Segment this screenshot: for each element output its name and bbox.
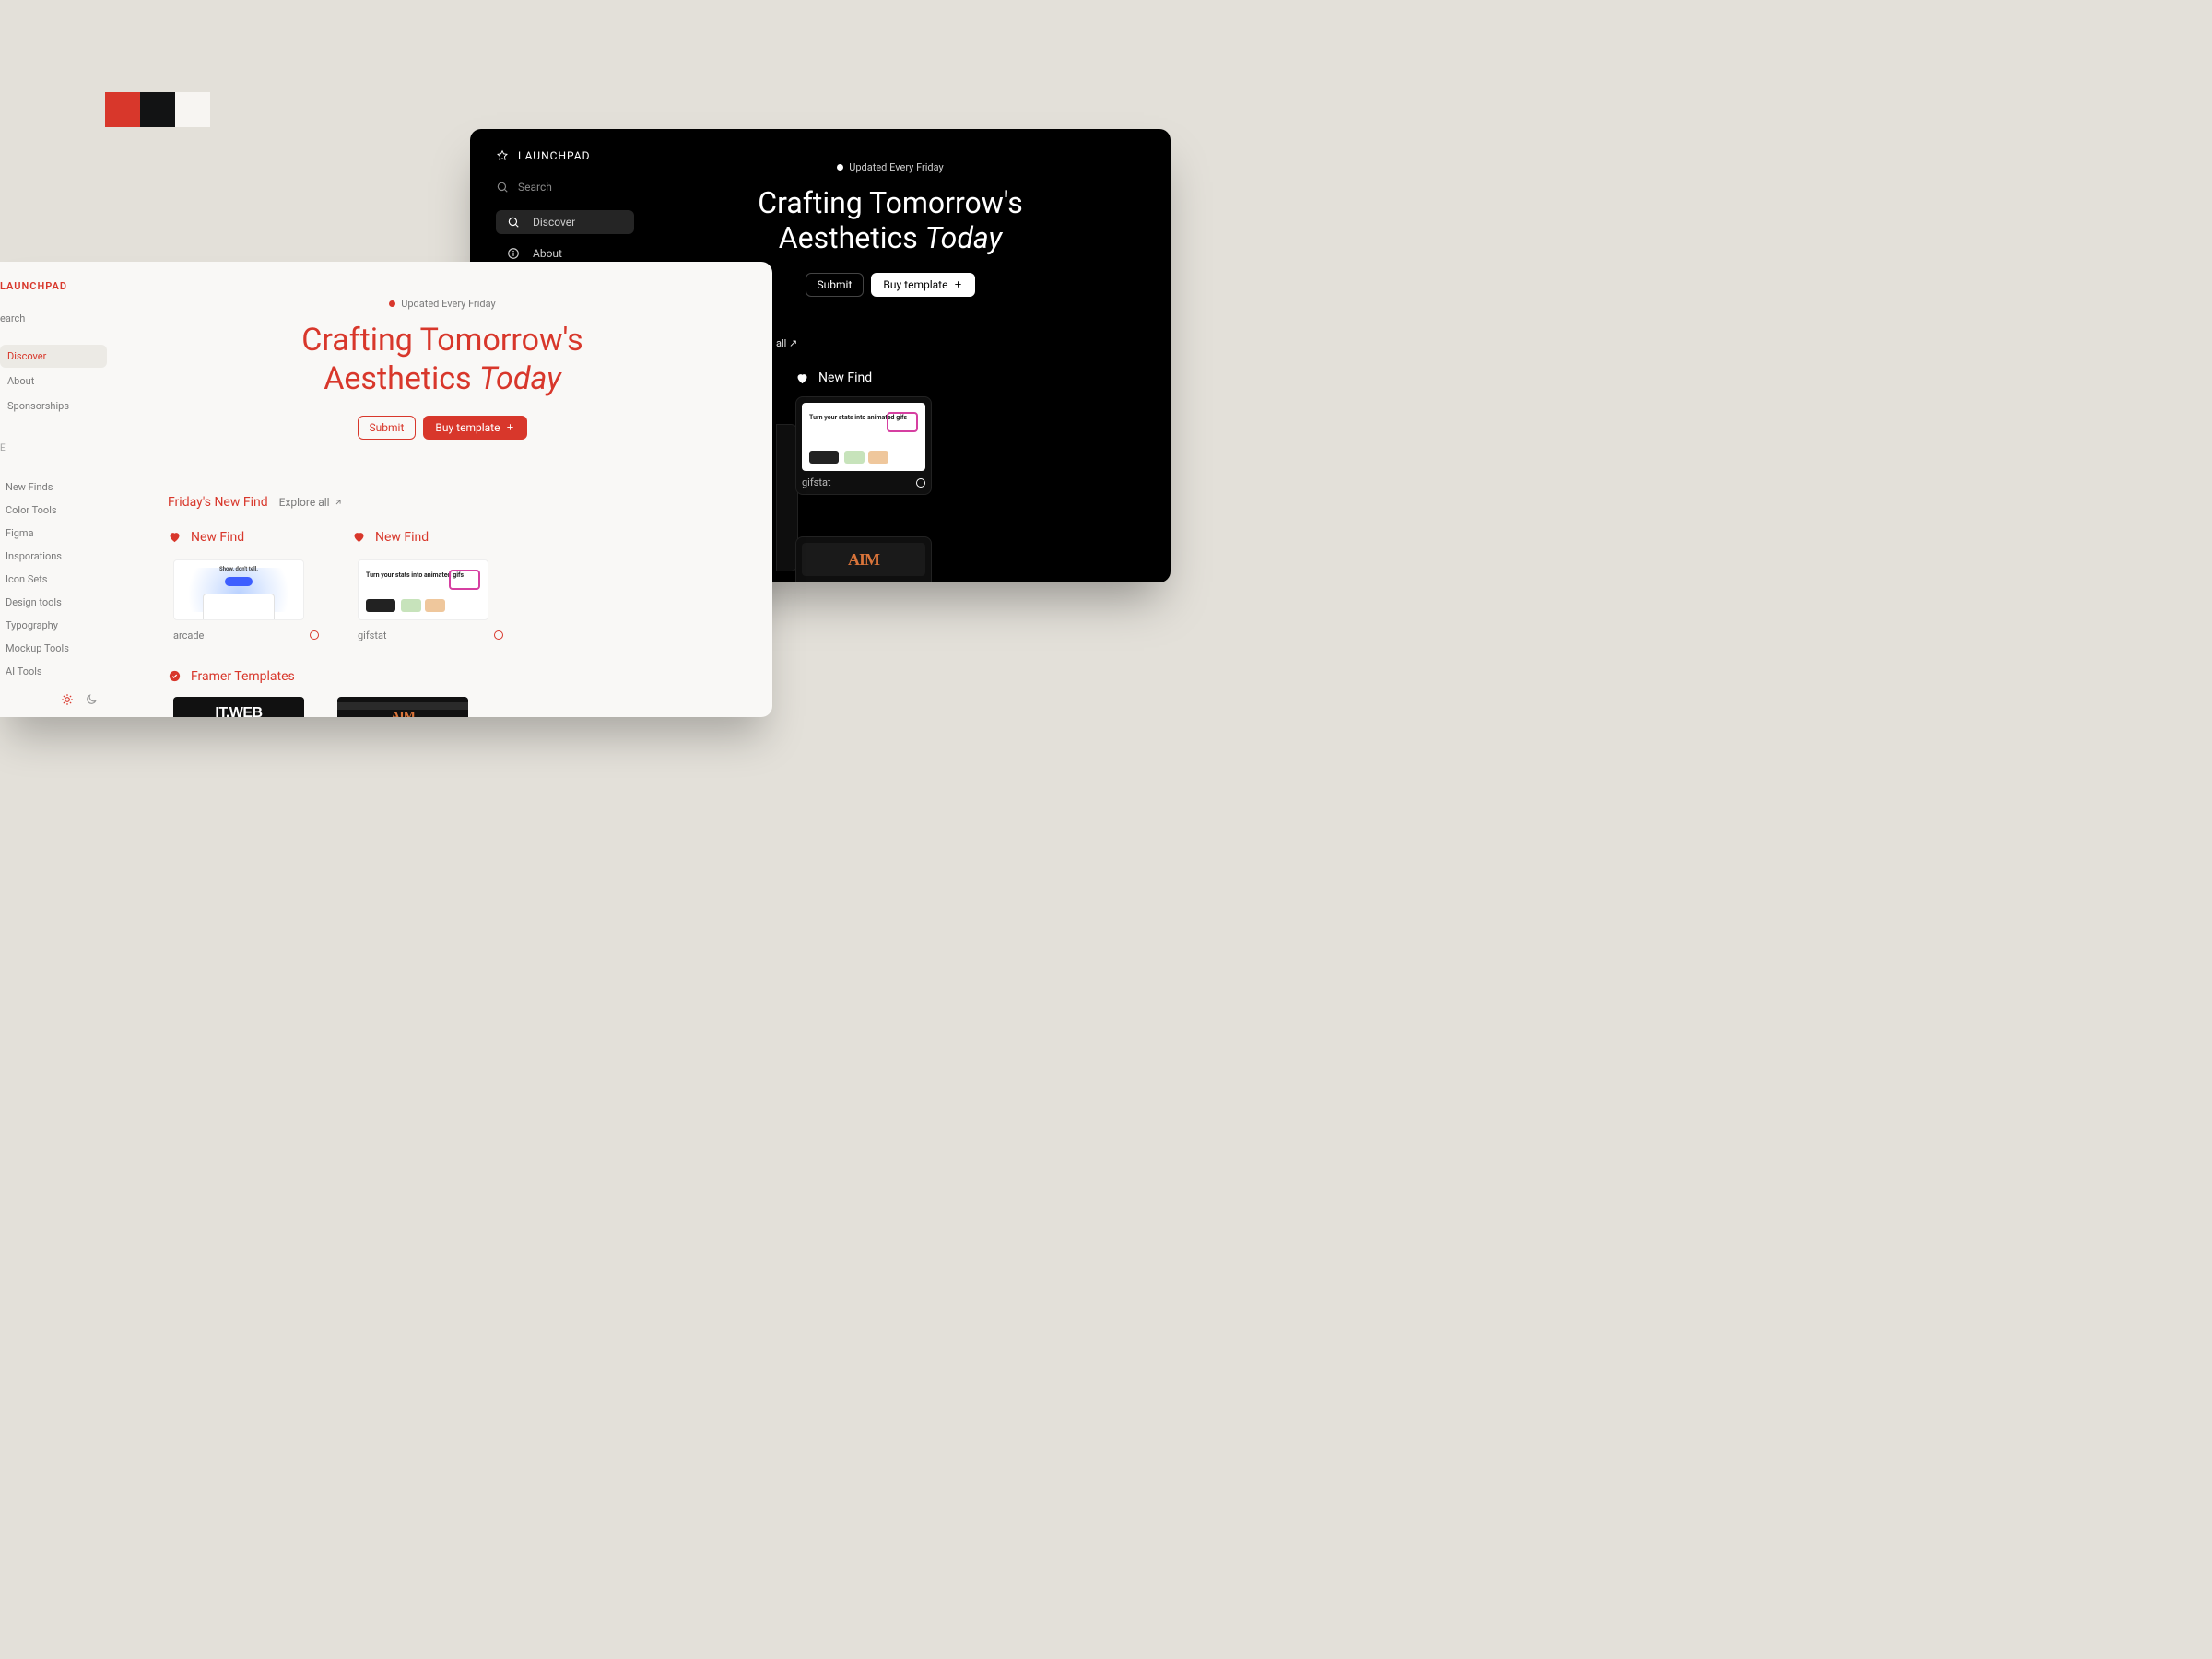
- new-find-heading: New Find: [795, 371, 932, 385]
- category-item[interactable]: Design tools: [0, 596, 107, 608]
- nav-discover-label: Discover: [533, 216, 575, 229]
- hero-title: Crafting Tomorrow's Aesthetics Today: [168, 322, 717, 399]
- brand-text: LAUNCHPAD: [518, 149, 590, 162]
- nav-about[interactable]: About: [0, 370, 107, 393]
- nav-discover[interactable]: Discover: [496, 210, 634, 234]
- search-placeholder: Search: [518, 181, 552, 194]
- sun-icon[interactable]: [61, 693, 74, 706]
- verified-icon: [168, 669, 182, 683]
- explore-all-link[interactable]: all ↗: [776, 337, 797, 349]
- dark-nav: Discover About: [496, 210, 634, 265]
- category-item[interactable]: Color Tools: [0, 504, 107, 516]
- aim-logo: AIM: [848, 550, 879, 570]
- theme-toggle: [61, 693, 98, 706]
- category-item[interactable]: AI Tools: [0, 665, 107, 677]
- dot-icon: [837, 164, 843, 171]
- new-find-label: New Find: [375, 530, 429, 545]
- update-text: Updated Every Friday: [401, 298, 495, 310]
- tile-label: AIM: [391, 710, 415, 717]
- tile-aim[interactable]: AIM: [337, 697, 468, 717]
- new-find-label: New Find: [818, 371, 872, 385]
- category-item[interactable]: Insporations: [0, 550, 107, 562]
- framer-section-head: Framer Templates: [168, 669, 717, 684]
- card-name: arcade: [173, 629, 204, 641]
- categories-header: E: [0, 443, 107, 453]
- light-nav: Discover About Sponsorships: [0, 345, 107, 418]
- swatch-red: [105, 92, 140, 127]
- tile-label: IT.WEB: [215, 705, 262, 717]
- arrow-up-right-icon: [334, 498, 343, 507]
- info-icon: [507, 247, 520, 260]
- new-find-heading: New Find: [352, 530, 509, 545]
- card-name: gifstat: [358, 629, 387, 641]
- search-label[interactable]: earch: [0, 312, 107, 324]
- loading-icon: [310, 630, 319, 640]
- light-main: Updated Every Friday Crafting Tomorrow's…: [112, 262, 772, 717]
- dot-icon: [389, 300, 395, 307]
- framer-section: Framer Templates IT.WEB AIM: [168, 669, 717, 717]
- buy-template-button[interactable]: Buy template: [423, 416, 527, 440]
- brand-text: LAUNCHPAD: [0, 280, 107, 292]
- swatch-white: [175, 92, 210, 127]
- thumbnail: AIM: [802, 543, 925, 576]
- card-gifstat[interactable]: Turn your stats into animated gifs gifst…: [795, 396, 932, 495]
- light-preview-window: LAUNCHPAD earch Discover About Sponsorsh…: [0, 262, 772, 717]
- plus-icon: [505, 422, 515, 432]
- card-name: gifstat: [802, 477, 831, 488]
- category-item[interactable]: Mockup Tools: [0, 642, 107, 654]
- thumbnail: Turn your stats into animated gifs: [802, 403, 925, 471]
- star-icon: [496, 149, 509, 162]
- submit-button[interactable]: Submit: [358, 416, 417, 440]
- plus-icon: [953, 279, 963, 289]
- friday-section: Friday's New Find Explore all New Find S…: [168, 495, 717, 641]
- heart-icon: [352, 530, 366, 544]
- category-item[interactable]: Typography: [0, 619, 107, 631]
- card-arcade[interactable]: New Find Show, don't tell. arcade: [168, 530, 324, 641]
- new-find-label: New Find: [191, 530, 244, 545]
- category-item[interactable]: New Finds: [0, 481, 107, 493]
- card-gifstat[interactable]: New Find Turn your stats into animated g…: [352, 530, 509, 641]
- swatch-black: [140, 92, 175, 127]
- buy-template-button[interactable]: Buy template: [871, 273, 975, 297]
- thumbnail: Show, don't tell.: [173, 559, 304, 620]
- thumbnail: Turn your stats into animated gifs: [358, 559, 488, 620]
- update-text: Updated Every Friday: [849, 161, 943, 173]
- new-find-heading: New Find: [168, 530, 324, 545]
- dark-new-find: New Find Turn your stats into animated g…: [795, 371, 932, 495]
- category-item[interactable]: Figma: [0, 527, 107, 539]
- moon-icon[interactable]: [85, 693, 98, 706]
- hero-title: Crafting Tomorrow's Aesthetics Today: [636, 185, 1145, 256]
- category-item[interactable]: Icon Sets: [0, 573, 107, 585]
- search-icon: [496, 181, 509, 194]
- update-badge: Updated Every Friday: [389, 298, 495, 310]
- loading-icon: [494, 630, 503, 640]
- nav-discover[interactable]: Discover: [0, 345, 107, 368]
- light-sidebar: LAUNCHPAD earch Discover About Sponsorsh…: [0, 262, 112, 717]
- category-list: New Finds Color Tools Figma Insporations…: [0, 481, 107, 677]
- loading-icon: [916, 478, 925, 488]
- section-title: Friday's New Find: [168, 495, 268, 510]
- color-palette: [105, 92, 210, 127]
- nav-sponsorships[interactable]: Sponsorships: [0, 394, 107, 418]
- heart-icon: [168, 530, 182, 544]
- friday-section-head: Friday's New Find Explore all: [168, 495, 717, 510]
- section-title: Framer Templates: [191, 669, 295, 684]
- heart-icon: [795, 371, 809, 385]
- submit-button[interactable]: Submit: [806, 273, 865, 297]
- explore-all-link[interactable]: Explore all: [279, 496, 343, 509]
- tile-itweb[interactable]: IT.WEB: [173, 697, 304, 717]
- search-icon: [507, 216, 520, 229]
- update-badge: Updated Every Friday: [837, 161, 943, 173]
- nav-about-label: About: [533, 247, 562, 260]
- card-aim[interactable]: AIM: [795, 536, 932, 582]
